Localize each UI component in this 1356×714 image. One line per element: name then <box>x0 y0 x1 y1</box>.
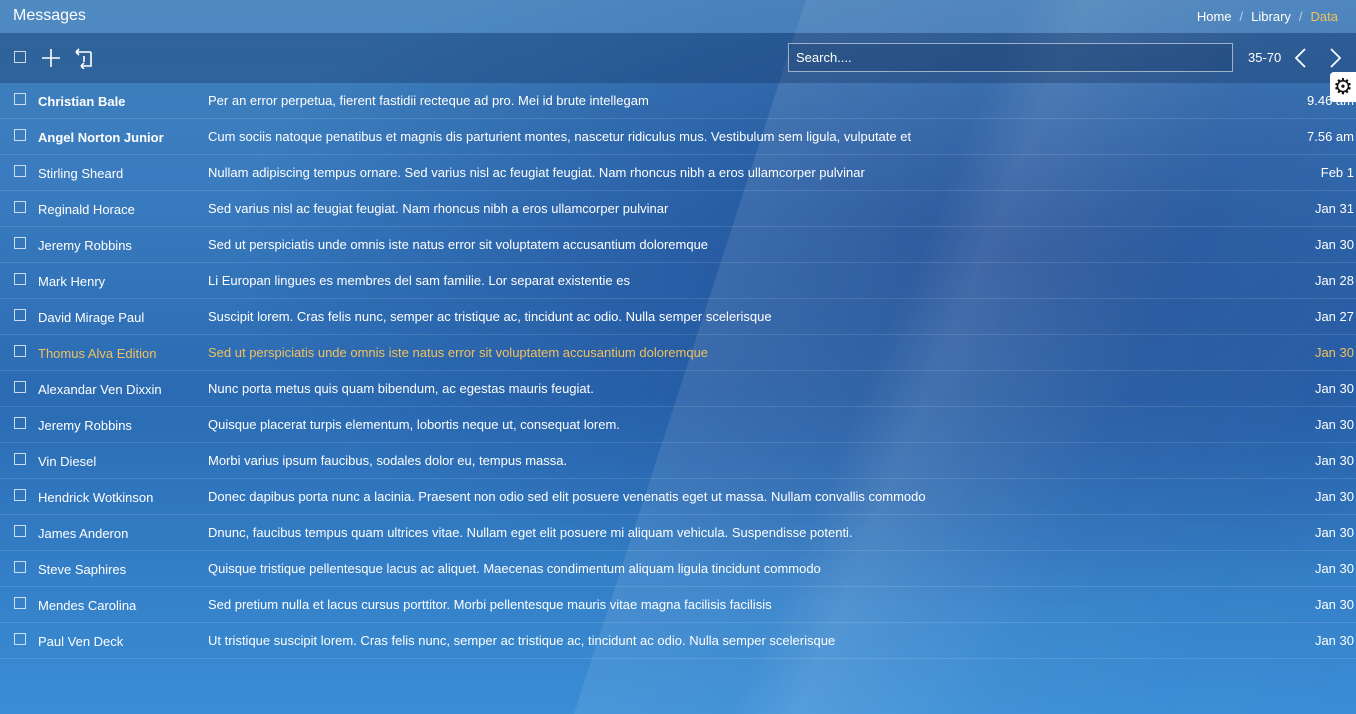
message-date: Jan 30 <box>1314 561 1354 576</box>
message-sender: James Anderon <box>38 526 129 541</box>
message-date: Jan 30 <box>1314 381 1354 396</box>
message-checkbox[interactable] <box>14 525 26 537</box>
message-sender: Hendrick Wotkinson <box>38 490 154 505</box>
message-checkbox[interactable] <box>14 93 26 105</box>
message-subject: Dnunc, faucibus tempus quam ultrices vit… <box>208 525 853 540</box>
message-subject: Quisque placerat turpis elementum, lobor… <box>208 417 620 432</box>
message-row[interactable]: Reginald Horace Sed varius nisl ac feugia… <box>0 191 1356 227</box>
message-checkbox[interactable] <box>14 165 26 177</box>
message-subject: Li Europan lingues es membres del sam fa… <box>208 273 630 288</box>
message-sender: Vin Diesel <box>38 454 97 469</box>
message-checkbox[interactable] <box>14 237 26 249</box>
message-sender: Alexandar Ven Dixxin <box>38 382 162 397</box>
message-date: Jan 30 <box>1314 597 1354 612</box>
message-row[interactable]: Jeremy Robbins Quisque placerat turpis el… <box>0 407 1356 443</box>
message-row[interactable]: Paul Ven Deck Ut tristique suscipit lorem… <box>0 623 1356 659</box>
message-date: Jan 30 <box>1314 453 1354 468</box>
message-row[interactable]: Thomus Alva Edition Sed ut perspiciatis u… <box>0 335 1356 371</box>
message-list: Christian Bale Per an error perpetua, fie… <box>0 83 1356 659</box>
message-row[interactable]: James Anderon Dnunc, faucibus tempus quam… <box>0 515 1356 551</box>
message-date: Jan 30 <box>1314 525 1354 540</box>
message-checkbox[interactable] <box>14 417 26 429</box>
message-subject: Sed ut perspiciatis unde omnis iste natu… <box>208 237 709 252</box>
message-sender: Jeremy Robbins <box>38 238 132 253</box>
message-sender: Christian Bale <box>38 94 126 109</box>
message-subject: Donec dapibus porta nunc a lacinia. Prae… <box>208 489 926 504</box>
message-sender: Thomus Alva Edition <box>38 346 157 361</box>
message-row[interactable]: Alexandar Ven Dixxin Nunc porta metus qui… <box>0 371 1356 407</box>
message-checkbox[interactable] <box>14 129 26 141</box>
message-subject: Sed ut perspiciatis unde omnis iste natu… <box>208 345 709 360</box>
select-all-checkbox[interactable] <box>14 51 26 63</box>
message-subject: Cum sociis natoque penatibus et magnis d… <box>208 129 912 144</box>
breadcrumb-library[interactable]: Library <box>1251 9 1291 24</box>
message-date: Jan 30 <box>1314 417 1354 432</box>
breadcrumb: Home / Library / Data <box>1197 9 1338 24</box>
message-subject: Suscipit lorem. Cras felis nunc, semper … <box>208 309 772 324</box>
message-row[interactable]: Jeremy Robbins Sed ut perspiciatis unde o… <box>0 227 1356 263</box>
message-row[interactable]: Vin Diesel Morbi varius ipsum faucibus, s… <box>0 443 1356 479</box>
message-checkbox[interactable] <box>14 633 26 645</box>
message-row[interactable]: Steve Saphires Quisque tristique pellente… <box>0 551 1356 587</box>
message-sender: Mark Henry <box>38 274 106 289</box>
message-date: Jan 28 <box>1314 273 1354 288</box>
message-row[interactable]: Mendes Carolina Sed pretium nulla et lacu… <box>0 587 1356 623</box>
breadcrumb-separator: / <box>1298 9 1303 24</box>
chevron-right-icon[interactable] <box>1324 47 1346 69</box>
message-date: Jan 30 <box>1314 345 1354 360</box>
message-subject: Quisque tristique pellentesque lacus ac … <box>208 561 821 576</box>
message-checkbox[interactable] <box>14 597 26 609</box>
search-input[interactable] <box>788 43 1233 72</box>
message-subject: Morbi varius ipsum faucibus, sodales dol… <box>208 453 568 468</box>
message-sender: Jeremy Robbins <box>38 418 132 433</box>
message-subject: Sed pretium nulla et lacus cursus portti… <box>208 597 772 612</box>
message-row[interactable]: Christian Bale Per an error perpetua, fie… <box>0 83 1356 119</box>
message-sender: Angel Norton Junior <box>38 130 164 145</box>
message-sender: Steve Saphires <box>38 562 127 577</box>
message-checkbox[interactable] <box>14 561 26 573</box>
message-row[interactable]: Hendrick Wotkinson Donec dapibus porta nu… <box>0 479 1356 515</box>
message-checkbox[interactable] <box>14 489 26 501</box>
message-sender: David Mirage Paul <box>38 310 145 325</box>
message-row[interactable]: David Mirage Paul Suscipit lorem. Cras fe… <box>0 299 1356 335</box>
plus-icon[interactable] <box>40 47 62 69</box>
message-sender: Paul Ven Deck <box>38 634 124 649</box>
top-bar: Messages Home / Library / Data <box>0 0 1356 33</box>
message-subject: Nullam adipiscing tempus ornare. Sed var… <box>208 165 865 180</box>
message-checkbox[interactable] <box>14 453 26 465</box>
breadcrumb-separator: / <box>1239 9 1244 24</box>
message-date: 9.46 am <box>1307 93 1354 108</box>
message-row[interactable]: Angel Norton Junior Cum sociis natoque pe… <box>0 119 1356 155</box>
message-row[interactable]: Mark Henry Li Europan lingues es membres … <box>0 263 1356 299</box>
message-checkbox[interactable] <box>14 381 26 393</box>
message-subject: Per an error perpetua, fierent fastidii … <box>208 93 649 108</box>
message-date: Jan 31 <box>1314 201 1354 216</box>
message-date: Jan 30 <box>1314 489 1354 504</box>
breadcrumb-home[interactable]: Home <box>1197 9 1232 24</box>
page-range: 35-70 <box>1248 50 1282 65</box>
message-checkbox[interactable] <box>14 201 26 213</box>
message-subject: Sed varius nisl ac feugiat feugiat. Nam … <box>208 201 669 216</box>
message-sender: Stirling Sheard <box>38 166 124 181</box>
message-date: Jan 27 <box>1314 309 1354 324</box>
message-checkbox[interactable] <box>14 273 26 285</box>
message-row[interactable]: Stirling Sheard Nullam adipiscing tempus … <box>0 155 1356 191</box>
message-date: Feb 1 <box>1320 165 1354 180</box>
message-subject: Nunc porta metus quis quam bibendum, ac … <box>208 381 594 396</box>
message-date: Jan 30 <box>1314 237 1354 252</box>
message-date: Jan 30 <box>1314 633 1354 648</box>
message-date: 7.56 am <box>1307 129 1354 144</box>
reply-icon[interactable] <box>73 47 95 69</box>
message-checkbox[interactable] <box>14 345 26 357</box>
page-title: Messages <box>13 7 86 24</box>
chevron-left-icon[interactable] <box>1290 47 1312 69</box>
message-sender: Mendes Carolina <box>38 598 137 613</box>
message-sender: Reginald Horace <box>38 202 135 217</box>
breadcrumb-data[interactable]: Data <box>1311 9 1338 24</box>
message-subject: Ut tristique suscipit lorem. Cras felis … <box>208 633 836 648</box>
toolbar: 35-70 <box>0 33 1356 83</box>
message-checkbox[interactable] <box>14 309 26 321</box>
